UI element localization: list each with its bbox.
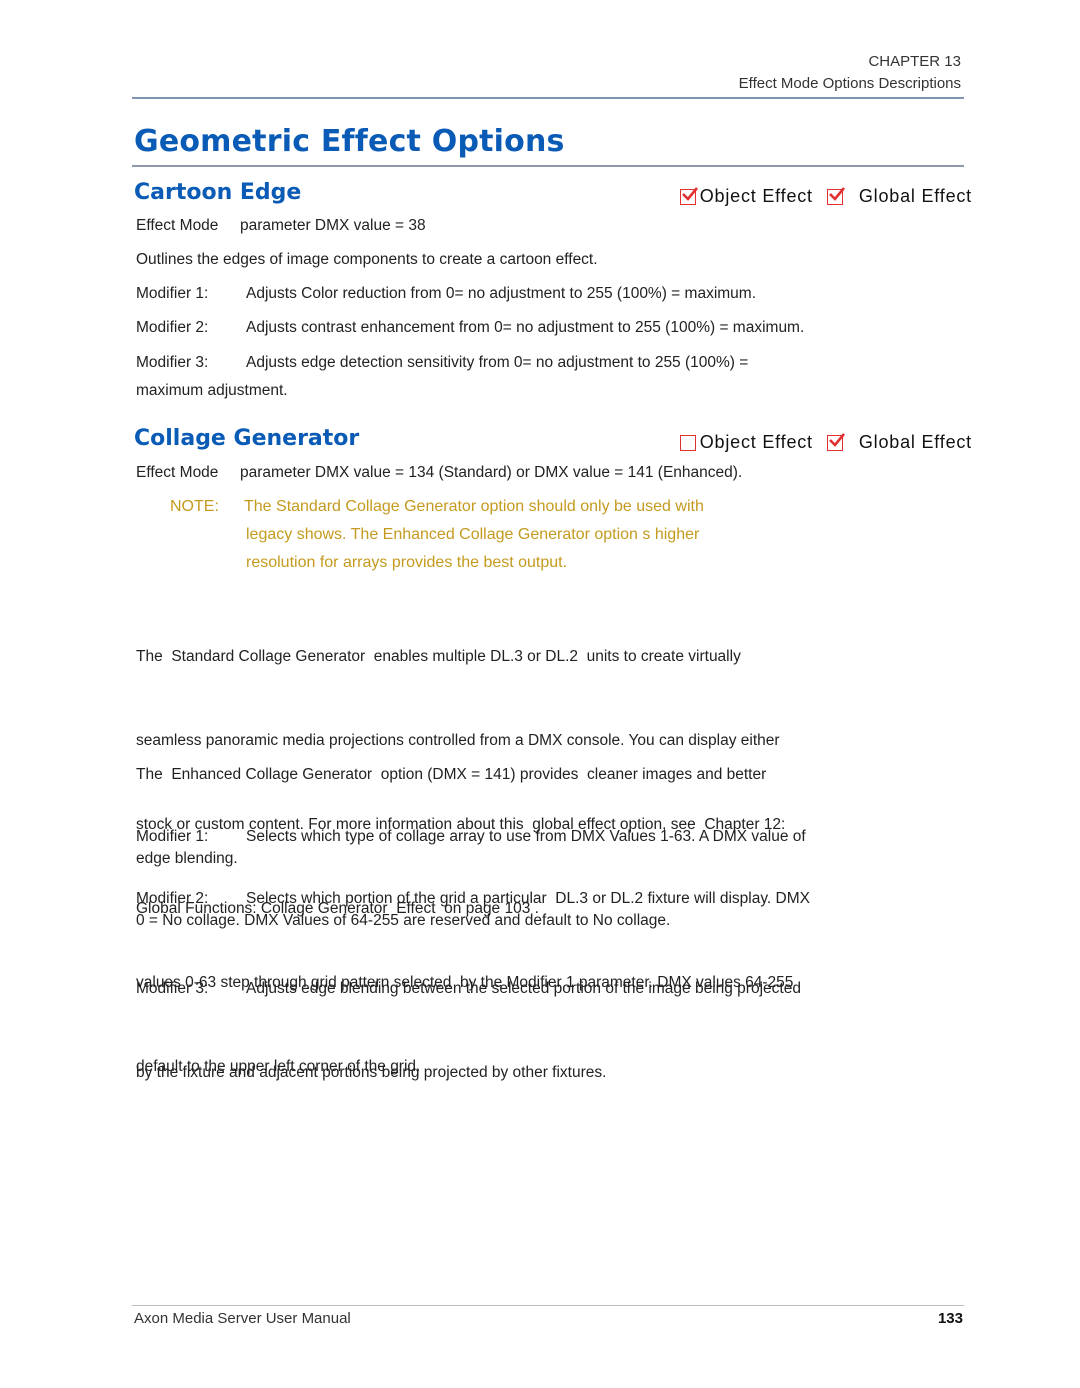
- modifier-text: Adjusts Color reduction from 0= no adjus…: [246, 285, 757, 302]
- modifier-label: Modifier 2:: [136, 319, 209, 336]
- description-text: Outlines the edges of image components t…: [136, 251, 598, 268]
- modifier-text-cont: maximum adjustment.: [136, 382, 288, 399]
- section-heading-collage-generator: Collage Generator: [134, 426, 360, 451]
- manual-title: Axon Media Server User Manual: [134, 1310, 351, 1327]
- section-label: Effect Mode Options Descriptions: [738, 75, 961, 92]
- modifier-label: Modifier 3:: [136, 354, 209, 371]
- checkmark-icon: [681, 186, 698, 201]
- object-effect-checkbox: [679, 434, 696, 451]
- modifier-text: Adjusts edge blending between the select…: [246, 980, 801, 997]
- effect-flags-cartoon-edge: Object Effect Global Effect: [679, 186, 972, 207]
- modifier-3: Modifier 3: Adjusts edge blending between…: [136, 919, 936, 1115]
- object-effect-label: Object Effect: [699, 432, 813, 452]
- note-line: legacy shows. The Enhanced Collage Gener…: [246, 526, 700, 543]
- note-line: resolution for arrays provides the best …: [246, 554, 568, 571]
- page-number: 133: [937, 1310, 963, 1327]
- object-effect-label: Object Effect: [699, 186, 813, 206]
- modifier-label: Modifier 2:: [136, 890, 209, 907]
- effect-mode-text: Effect Mode parameter DMX value = 134 (S…: [136, 464, 743, 481]
- modifier-text: Selects which portion of the grid a part…: [246, 890, 810, 907]
- section-heading-cartoon-edge: Cartoon Edge: [134, 180, 302, 205]
- modifier-1: Modifier 1: Adjusts Color reduction from …: [136, 280, 936, 308]
- header-divider: [132, 97, 964, 99]
- chapter-label: CHAPTER 13: [868, 53, 961, 70]
- footer-divider: [132, 1305, 964, 1306]
- title-divider: [132, 165, 964, 167]
- modifier-3: Modifier 3: Adjusts edge detection sensit…: [136, 349, 936, 405]
- note-block: NOTE: The Standard Collage Generator opti…: [170, 493, 810, 577]
- global-effect-checkbox: [826, 432, 845, 451]
- checkmark-icon: [828, 432, 845, 447]
- note-label: NOTE:: [170, 498, 219, 515]
- modifier-2: Modifier 2: Adjusts contrast enhancement …: [136, 314, 936, 342]
- checkmark-icon: [828, 186, 845, 201]
- effect-mode-text: Effect Mode parameter DMX value = 38: [136, 217, 426, 234]
- modifier-text-cont: by the fixture and adjacent portions bei…: [136, 1064, 607, 1081]
- global-effect-checkbox: [826, 186, 845, 205]
- modifier-text: Adjusts edge detection sensitivity from …: [246, 354, 749, 371]
- page-title: Geometric Effect Options: [134, 124, 565, 159]
- modifier-text: Adjusts contrast enhancement from 0= no …: [246, 319, 805, 336]
- modifier-label: Modifier 3:: [136, 980, 209, 997]
- global-effect-label: Global Effect: [858, 432, 972, 452]
- paragraph-line: The Standard Collage Generator enables m…: [136, 648, 741, 665]
- effect-flags-collage-generator: Object Effect Global Effect: [679, 432, 972, 453]
- object-effect-checkbox: [679, 186, 698, 205]
- note-line: The Standard Collage Generator option sh…: [244, 498, 704, 515]
- global-effect-label: Global Effect: [858, 186, 972, 206]
- modifier-label: Modifier 1:: [136, 285, 209, 302]
